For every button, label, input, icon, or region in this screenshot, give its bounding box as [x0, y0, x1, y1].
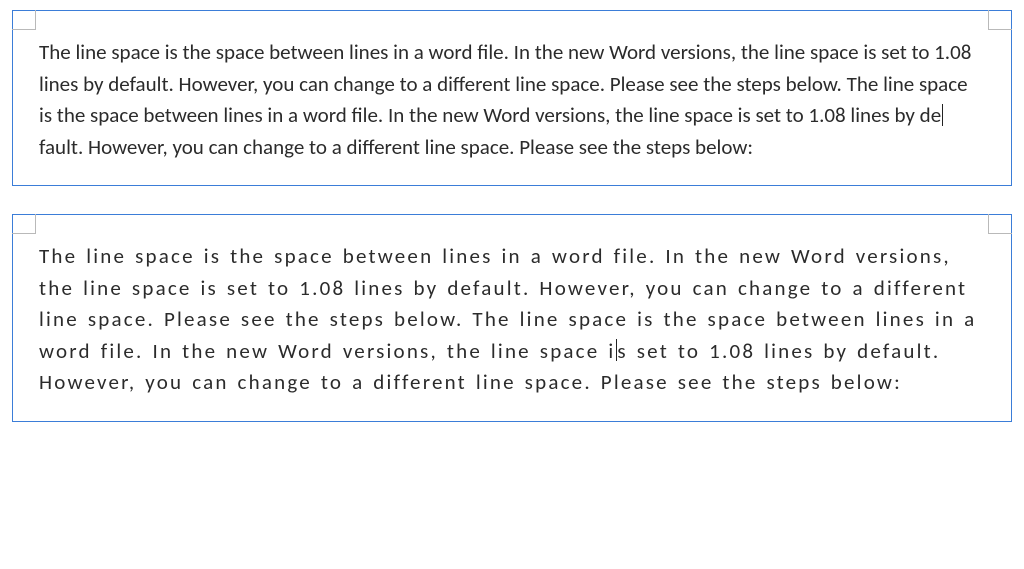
paragraph-text-after: fault. However, you can change to a diff…	[39, 134, 753, 160]
margin-marker-top-right	[988, 10, 1012, 30]
margin-marker-top-left	[12, 10, 36, 30]
text-frame-expanded-spacing[interactable]: The line space is the space between line…	[12, 214, 1012, 422]
text-cursor	[942, 104, 943, 126]
paragraph-expanded-spacing[interactable]: The line space is the space between line…	[39, 241, 985, 399]
text-frame-normal[interactable]: The line space is the space between line…	[12, 10, 1012, 186]
paragraph-text-before: The line space is the space between line…	[39, 39, 971, 128]
paragraph-normal[interactable]: The line space is the space between line…	[39, 37, 985, 163]
margin-marker-top-right	[988, 214, 1012, 234]
margin-marker-top-left	[12, 214, 36, 234]
